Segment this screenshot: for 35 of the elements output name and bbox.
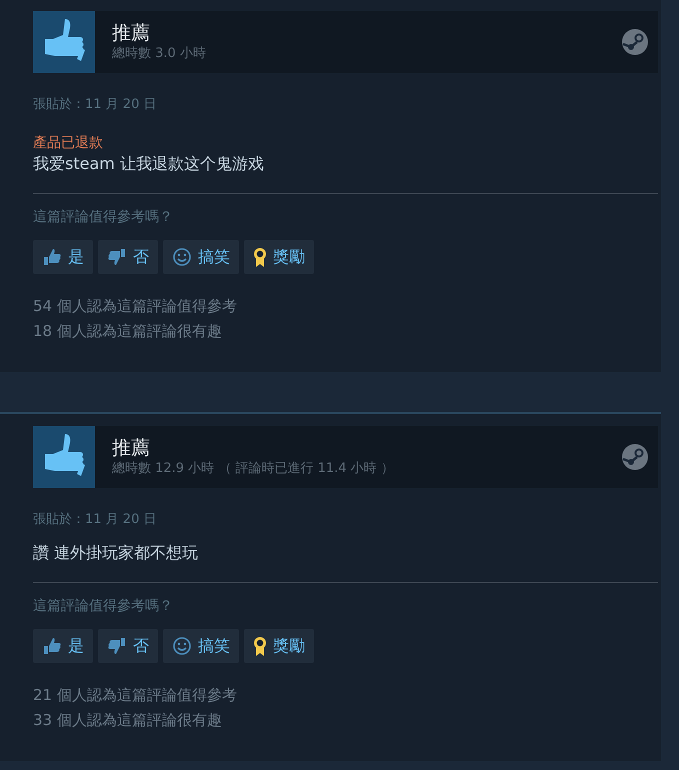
posted-date: 張貼於：11 月 20 日 <box>33 96 158 113</box>
award-ribbon-icon <box>253 247 267 267</box>
vote-button[interactable]: 是 <box>33 629 93 663</box>
vote-button[interactable]: 獎勵 <box>244 629 314 663</box>
review-text: 我爱steam 让我退款这个鬼游戏 <box>33 153 265 175</box>
smiley-icon <box>172 636 192 656</box>
thumbs-up-icon <box>33 11 95 73</box>
playtime-text: 總時數 12.9 小時 （ 評論時已進行 11.4 小時 ） <box>112 460 395 478</box>
steam-logo-icon <box>621 443 649 471</box>
vote-button[interactable]: 搞笑 <box>163 240 239 274</box>
helpful-question: 這篇評論值得參考嗎？ <box>33 208 174 226</box>
vote-button[interactable]: 獎勵 <box>244 240 314 274</box>
review-text: 讚 連外掛玩家都不想玩 <box>33 542 200 564</box>
vote-count-text: 33 個人認為這篇評論很有趣 <box>33 710 223 731</box>
thumbs-up-icon <box>42 247 62 267</box>
thumbs-down-icon <box>107 247 127 267</box>
recommendation-title: 推薦 <box>112 436 151 460</box>
vote-button[interactable]: 搞笑 <box>163 629 239 663</box>
award-ribbon-icon <box>253 636 267 656</box>
thumbs-up-icon <box>33 426 95 488</box>
playtime-text: 總時數 3.0 小時 <box>112 45 207 63</box>
vote-count-text: 18 個人認為這篇評論很有趣 <box>33 321 223 342</box>
thumbs-down-icon <box>107 636 127 656</box>
posted-date: 張貼於：11 月 20 日 <box>33 511 158 528</box>
helpful-question: 這篇評論值得參考嗎？ <box>33 597 174 615</box>
smiley-icon <box>172 247 192 267</box>
thumbs-up-icon <box>42 636 62 656</box>
vote-count-text: 21 個人認為這篇評論值得參考 <box>33 685 238 706</box>
recommendation-title: 推薦 <box>112 21 151 45</box>
vote-button[interactable]: 否 <box>98 629 158 663</box>
vote-button[interactable]: 是 <box>33 240 93 274</box>
vote-button[interactable]: 否 <box>98 240 158 274</box>
vote-count-text: 54 個人認為這篇評論值得參考 <box>33 296 238 317</box>
steam-logo-icon <box>621 28 649 56</box>
refund-notice: 產品已退款 <box>33 134 104 153</box>
